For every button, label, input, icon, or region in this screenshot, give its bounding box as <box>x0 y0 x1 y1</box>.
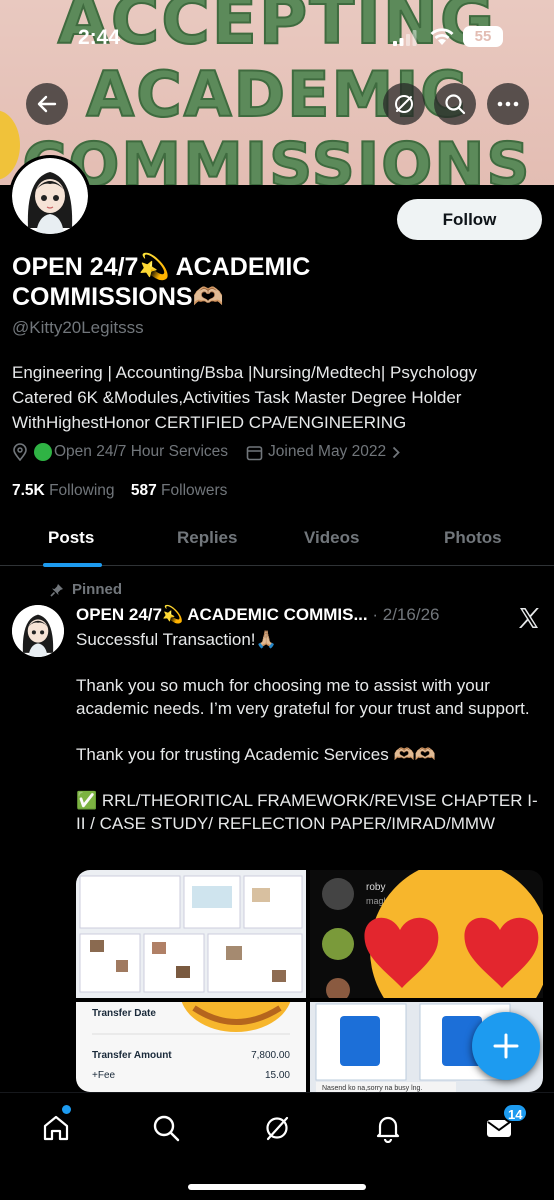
cellular-signal-icon <box>393 30 417 46</box>
wifi-icon <box>430 28 454 45</box>
location-pin-icon <box>13 443 27 461</box>
fee-label: +Fee <box>92 1070 116 1081</box>
followers-label: Followers <box>161 482 228 499</box>
more-button[interactable] <box>487 83 529 125</box>
home-indicator <box>188 1184 366 1190</box>
active-tab-indicator <box>43 563 102 567</box>
post-date: · 2/16/26 <box>372 605 440 624</box>
avatar-illustration <box>12 158 88 234</box>
media-image-transfer-receipt[interactable]: Transfer Date Transfer Amount 7,800.00 +… <box>76 952 306 1092</box>
back-arrow-icon <box>37 95 57 113</box>
following-link[interactable]: 7.5K Following <box>12 482 115 499</box>
post-paragraph-3: Thank you for trusting Academic Services… <box>76 745 436 764</box>
tab-replies[interactable]: Replies <box>177 528 237 548</box>
document-collage <box>79 875 303 993</box>
post-paragraph-2: Thank you so much for choosing me to ass… <box>76 676 530 718</box>
post-media-grid[interactable]: roby magkano Transfer Date Transfer Amou… <box>76 870 543 1092</box>
profile-name: OPEN 24/7💫 ACADEMIC COMMISSIONS🫶🏼 <box>12 253 311 311</box>
post-author-name[interactable]: OPEN 24/7💫 ACADEMIC COMMIS... <box>76 605 368 624</box>
profile-handle: @Kitty20Legitsss <box>12 318 144 337</box>
chat-note: Nasend ko na,sorry na busy lng. <box>322 1085 422 1092</box>
pin-icon <box>50 583 63 597</box>
search-icon <box>445 94 466 115</box>
location-text: Open 24/7 Hour Services <box>54 443 229 460</box>
profile-avatar[interactable] <box>9 155 91 237</box>
search-icon[interactable] <box>151 1113 181 1143</box>
notifications-bell-icon[interactable] <box>373 1113 403 1143</box>
transfer-date-label: Transfer Date <box>92 1008 156 1019</box>
joined-text: Joined May 2022 <box>268 443 387 460</box>
transfer-amount-label: Transfer Amount <box>92 1050 172 1061</box>
compose-post-button[interactable] <box>472 1012 540 1080</box>
followers-count: 587 <box>130 482 157 499</box>
messages-badge: 14 <box>502 1103 529 1123</box>
post-line-1: Successful Transaction!🙏🏼 <box>76 630 277 649</box>
status-time: 2:44 <box>78 26 121 49</box>
profile-tabs: Posts Replies Videos Photos <box>0 520 554 567</box>
receipt-image: Transfer Date Transfer Amount 7,800.00 +… <box>92 952 292 1081</box>
post-header: OPEN 24/7💫 ACADEMIC COMMIS... · 2/16/26 <box>76 605 439 625</box>
heart-eyes-emoji-image: roby magkano <box>322 870 543 1040</box>
calendar-icon <box>246 445 263 460</box>
home-icon[interactable] <box>41 1113 71 1143</box>
follow-stats: 7.5K Following 587 Followers <box>12 482 227 500</box>
transfer-amount-value: 7,800.00 <box>251 1050 290 1061</box>
home-notification-dot <box>62 1105 71 1114</box>
grok-icon[interactable] <box>262 1113 292 1143</box>
media-image-modules[interactable] <box>76 870 306 998</box>
tab-photos[interactable]: Photos <box>444 528 502 548</box>
grok-button[interactable] <box>383 83 425 125</box>
status-bar: 2:44 55 <box>0 0 554 70</box>
pinned-text: Pinned <box>72 581 123 598</box>
followers-link[interactable]: 587 Followers <box>131 482 228 499</box>
tab-posts[interactable]: Posts <box>48 528 94 548</box>
search-button[interactable] <box>434 83 476 125</box>
following-label: Following <box>49 482 115 499</box>
joined-item[interactable]: Joined May 2022 <box>246 443 400 461</box>
x-logo-icon <box>519 608 539 628</box>
follow-button[interactable]: Follow <box>397 199 542 240</box>
chevron-right-icon <box>392 446 400 458</box>
location-item: Open 24/7 Hour Services <box>12 443 228 461</box>
chat-name: roby <box>366 882 385 893</box>
post-paragraph-4: ✅ RRL/THEORITICAL FRAMEWORK/REVISE CHAPT… <box>76 791 538 833</box>
pinned-label: Pinned <box>50 581 122 598</box>
profile-meta: Open 24/7 Hour Services Joined May 2022 <box>12 443 400 461</box>
avatar-illustration <box>12 605 64 657</box>
more-dots-icon <box>497 101 519 107</box>
back-button[interactable] <box>26 83 68 125</box>
post-text: Successful Transaction!🙏🏼 Thank you so m… <box>76 628 546 858</box>
media-image-chat-emoji[interactable]: roby magkano <box>310 870 543 1040</box>
green-circle-emoji <box>34 443 52 461</box>
following-count: 7.5K <box>12 482 45 499</box>
fee-value: 15.00 <box>265 1070 290 1081</box>
slash-circle-icon <box>395 95 413 113</box>
profile-bio: Engineering | Accounting/Bsba |Nursing/M… <box>12 363 477 432</box>
post-author-avatar[interactable] <box>12 605 64 657</box>
battery-indicator: 55 <box>463 26 503 47</box>
tab-videos[interactable]: Videos <box>304 528 359 548</box>
plus-icon <box>493 1033 519 1059</box>
